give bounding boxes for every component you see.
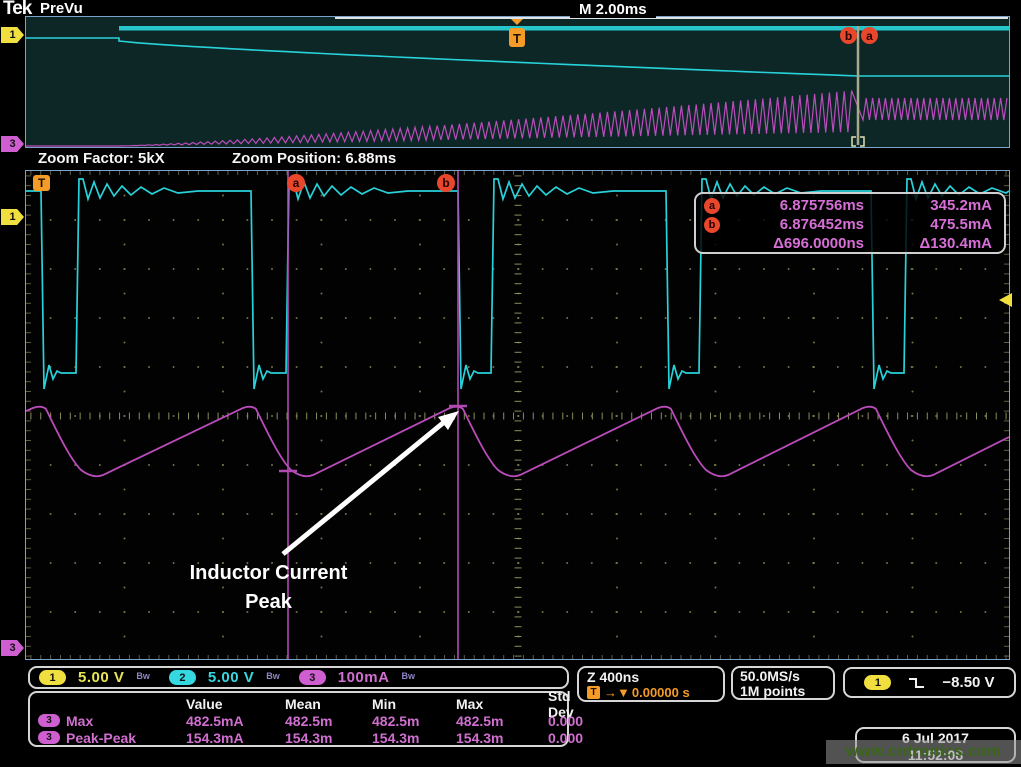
cursor-a-badge[interactable]: a (287, 174, 305, 192)
cursor-b-badge: b (704, 217, 720, 233)
meas-header-max: Max (456, 696, 548, 712)
svg-text:T: T (513, 31, 521, 46)
cursor-delta-value: Δ130.4mA (864, 235, 992, 252)
channel-scale-bar[interactable]: 1 5.00 V Bw 2 5.00 V Bw 3 100mA Bw (28, 666, 569, 689)
annotation-line1: Inductor Current (166, 559, 371, 588)
channel3-scale: 100mA (338, 669, 390, 686)
cursor-delta-time: Δ696.0000ns (734, 235, 864, 252)
channel3-badge[interactable]: 3 (299, 670, 326, 685)
trigger-level-value: −8.50 V (942, 674, 994, 691)
meas-row-label[interactable]: 3 Max (38, 713, 186, 729)
channel1-scale: 5.00 V (78, 669, 124, 686)
meas-cell: 482.5m (372, 713, 456, 729)
annotation-line2: Peak (166, 588, 371, 617)
meas-cell: 154.3m (372, 730, 456, 746)
ch3-overview-trace (26, 91, 1007, 146)
cursor-a-time: 6.875756ms (734, 197, 864, 214)
channel1-position-tag[interactable]: 1 (1, 27, 24, 43)
bw-limit-icon: Bw (401, 671, 415, 681)
meas-row-label[interactable]: 3 Peak-Peak (38, 730, 186, 746)
cursor-b-value: 475.5mA (864, 216, 992, 233)
measurement-table[interactable]: Value Mean Min Max Std Dev 3 Max 482.5mA… (28, 691, 569, 747)
trigger-source-badge: 1 (864, 675, 891, 690)
timebase-rule-line (335, 17, 1008, 19)
trigger-readout[interactable]: 1 −8.50 V (843, 667, 1016, 698)
meas-cell: 0.000 (548, 713, 583, 729)
meas-cell: 482.5m (285, 713, 372, 729)
channel2-badge[interactable]: 2 (169, 670, 196, 685)
record-length-label: 1M points (740, 684, 826, 699)
zoom-status-bar: Zoom Factor: 5kX Zoom Position: 6.88ms (0, 148, 1021, 170)
zoom-timebase-label: Z 400ns (587, 670, 715, 685)
channel3-readout[interactable]: 3 100mA Bw (299, 669, 415, 686)
channel3-badge: 3 (38, 714, 60, 727)
acquisition-readout[interactable]: 50.0MS/s 1M points (731, 666, 835, 700)
timebase-label: M 2.00ms (570, 1, 656, 18)
zoom-position-label: Zoom Position: 6.88ms (232, 150, 396, 167)
cursor-b-badge[interactable]: b (437, 174, 455, 192)
trigger-position-marker-icon[interactable] (510, 18, 524, 25)
cursor-a-badge: a (704, 198, 720, 214)
meas-header-value: Value (186, 696, 285, 712)
channel2-scale: 5.00 V (208, 669, 254, 686)
channel3-position-tag[interactable]: 3 (1, 640, 24, 656)
cursor-readout-panel: a 6.875756ms 345.2mA b 6.876452ms 475.5m… (694, 192, 1006, 254)
cursor-a-value: 345.2mA (864, 197, 992, 214)
trigger-t-icon: T (509, 28, 525, 47)
trigger-position-arrow-icon: →▼ (604, 685, 630, 700)
trigger-level-arrow-icon[interactable] (999, 293, 1012, 307)
channel1-badge[interactable]: 1 (39, 670, 66, 685)
meas-cell: 482.5mA (186, 713, 285, 729)
channel1-readout[interactable]: 1 5.00 V Bw (39, 669, 150, 686)
trigger-delay-value: 0.00000 s (632, 685, 690, 700)
bw-limit-icon: Bw (266, 671, 280, 681)
annotation-arrow-line (283, 423, 443, 554)
sample-rate-label: 50.0MS/s (740, 669, 826, 684)
cursor-a-badge[interactable]: a (861, 27, 878, 44)
trigger-t-icon: T (33, 175, 50, 191)
horizontal-zoom-readout[interactable]: Z 400ns T →▼ 0.00000 s (577, 666, 725, 702)
cursor-b-time: 6.876452ms (734, 216, 864, 233)
zoom-waveform-window: T a b a 6.875756ms 345.2mA b 6.876452ms … (25, 170, 1010, 660)
meas-cell: 154.3m (456, 730, 548, 746)
falling-edge-icon (908, 676, 925, 690)
meas-cell: 482.5m (456, 713, 548, 729)
meas-cell: 154.3m (285, 730, 372, 746)
zoom-factor-label: Zoom Factor: 5kX (38, 150, 165, 167)
meas-header-mean: Mean (285, 696, 372, 712)
annotation-text: Inductor Current Peak (166, 559, 371, 617)
acquisition-mode-label: PreVu (40, 0, 83, 17)
meas-cell: 0.000 (548, 730, 583, 746)
channel1-position-tag[interactable]: 1 (1, 209, 24, 225)
bw-limit-icon: Bw (136, 671, 150, 681)
cursor-b-badge[interactable]: b (840, 27, 857, 44)
oscilloscope-screen: Tek PreVu M 2.00ms T b a Zoom Factor: 5k… (0, 0, 1021, 767)
channel2-readout[interactable]: 2 5.00 V Bw (169, 669, 280, 686)
overview-window: T b a (25, 16, 1010, 148)
channel3-badge: 3 (38, 731, 60, 744)
trigger-t-icon: T (587, 686, 600, 699)
meas-header-min: Min (372, 696, 456, 712)
watermark: www.cntronics.com (826, 740, 1021, 764)
meas-cell: 154.3mA (186, 730, 285, 746)
